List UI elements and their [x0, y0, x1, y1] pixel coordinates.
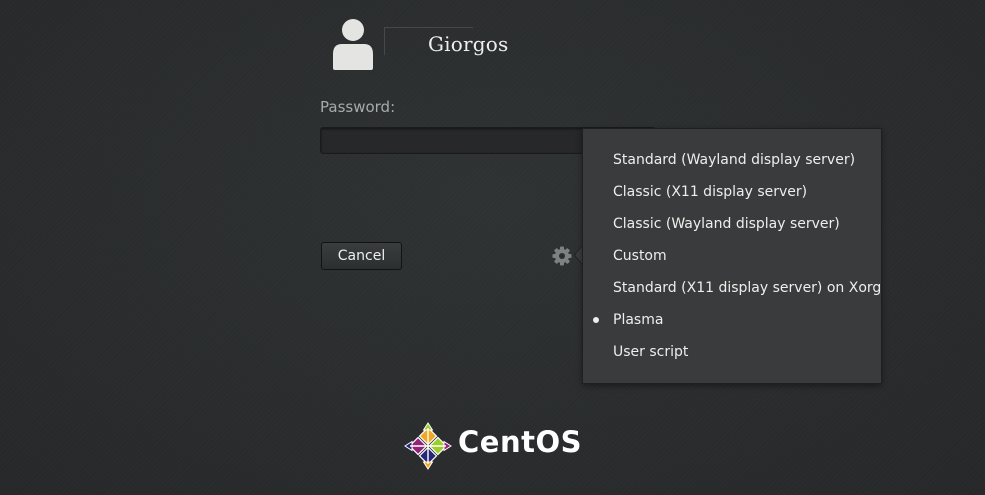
session-item-label: Standard (X11 display server) on Xorg: [613, 280, 882, 296]
session-item-user-script[interactable]: User script: [583, 336, 881, 368]
session-item-label: Standard (Wayland display server): [613, 152, 856, 168]
session-item-label: Custom: [613, 248, 667, 264]
session-item-classic-x11[interactable]: Classic (X11 display server): [583, 176, 881, 208]
session-item-label: Classic (X11 display server): [613, 184, 808, 200]
session-item-standard-xorg[interactable]: Standard (X11 display server) on Xorg: [583, 272, 881, 304]
session-item-standard-wayland[interactable]: Standard (Wayland display server): [583, 144, 881, 176]
gear-icon[interactable]: [552, 246, 572, 266]
session-item-label: Plasma: [613, 312, 664, 328]
cancel-button[interactable]: Cancel: [321, 242, 402, 270]
centos-logo-icon: [404, 422, 452, 470]
session-item-plasma[interactable]: Plasma: [583, 304, 881, 336]
user-avatar-icon: [333, 19, 373, 70]
password-label: Password:: [320, 98, 396, 116]
centos-logo-text: CentOS: [458, 425, 582, 459]
session-item-classic-wayland[interactable]: Classic (Wayland display server): [583, 208, 881, 240]
user-name: Giorgos: [428, 32, 509, 56]
session-item-label: User script: [613, 344, 689, 360]
session-item-custom[interactable]: Custom: [583, 240, 881, 272]
selected-dot-icon: [593, 317, 599, 323]
centos-logo: CentOS: [404, 422, 582, 470]
session-item-label: Classic (Wayland display server): [613, 216, 840, 232]
session-menu: Standard (Wayland display server) Classi…: [582, 128, 882, 384]
